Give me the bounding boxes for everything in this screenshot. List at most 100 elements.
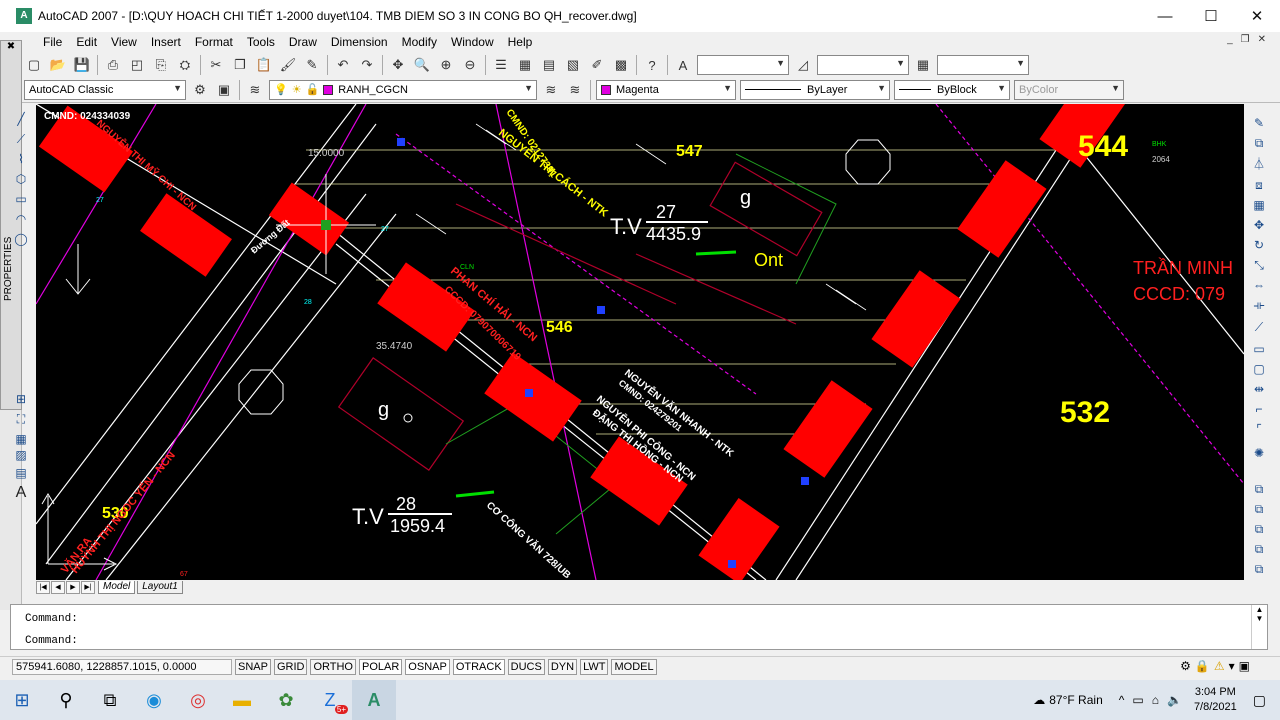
grip-point[interactable] (597, 306, 605, 314)
osnap-toggle[interactable]: OSNAP (405, 658, 450, 675)
table-style-icon[interactable]: ▦ (912, 54, 934, 76)
file-explorer-icon[interactable]: ▬ (220, 680, 264, 720)
search-icon[interactable]: ⚲ (44, 680, 88, 720)
battery-icon[interactable]: ▭ (1132, 693, 1143, 707)
menu-window[interactable]: Window (444, 35, 501, 49)
trim-icon[interactable]: ⟛ (1250, 296, 1268, 314)
extend-icon[interactable]: ⟋ (1250, 318, 1268, 336)
array-icon[interactable]: ▦ (1250, 196, 1268, 214)
autocad-app-icon[interactable]: A (16, 8, 32, 24)
menu-tools[interactable]: Tools (240, 35, 282, 49)
chrome-icon[interactable]: ◎ (176, 680, 220, 720)
first-tab-icon[interactable]: |◀ (36, 580, 50, 594)
lwt-toggle[interactable]: LWT (580, 658, 609, 675)
join-icon[interactable]: ▢ (1250, 360, 1268, 378)
prev-tab-icon[interactable]: ◀ (51, 580, 65, 594)
model-toggle[interactable]: MODEL (611, 658, 657, 675)
properties-icon[interactable]: ☰ (490, 54, 512, 76)
menu-modify[interactable]: Modify (395, 35, 444, 49)
minimize-button[interactable]: — (1142, 0, 1188, 32)
fillet-icon[interactable]: ⌐ (1250, 400, 1268, 418)
bring-above-icon[interactable]: ⧉ (1250, 540, 1268, 558)
layer-manager-icon[interactable]: ≋ (244, 79, 266, 101)
sheetset-icon[interactable]: ▧ (562, 54, 584, 76)
grip-point[interactable] (397, 138, 405, 146)
grid-toggle[interactable]: GRID (273, 658, 308, 675)
move-icon[interactable]: ✥ (1250, 216, 1268, 234)
cut-icon[interactable]: ✂ (205, 54, 227, 76)
next-tab-icon[interactable]: ▶ (66, 580, 80, 594)
ortho-toggle[interactable]: ORTHO (310, 658, 356, 675)
help-icon[interactable]: ? (641, 54, 663, 76)
make-current-icon[interactable]: ≋ (540, 79, 562, 101)
send-under-icon[interactable]: ⧉ (1250, 560, 1268, 578)
clean-screen-icon[interactable]: ▣ (1239, 659, 1250, 673)
erase-icon[interactable]: ✎ (1250, 114, 1268, 132)
block-icon[interactable]: ✎ (301, 54, 323, 76)
break-icon[interactable]: ▭ (1250, 340, 1268, 358)
dim-style-dropdown[interactable]: ▼ (817, 55, 909, 75)
ducs-toggle[interactable]: DUCS (507, 658, 545, 675)
circle-icon[interactable]: ◯ (12, 230, 30, 248)
polyline-icon[interactable]: ⌇ (12, 150, 30, 168)
edge-icon[interactable]: ◉ (132, 680, 176, 720)
menu-dimension[interactable]: Dimension (324, 35, 395, 49)
workspace-save-icon[interactable]: ▣ (213, 79, 235, 101)
make-block-icon[interactable]: ⛶ (12, 410, 30, 428)
copy-object-icon[interactable]: ⧉ (1250, 134, 1268, 152)
zoom-rt-icon[interactable]: 🔍 (411, 54, 433, 76)
insert-block-icon[interactable]: ⊞ (12, 390, 30, 408)
stretch-icon[interactable]: ⇔ (1250, 276, 1268, 294)
network-icon[interactable]: ⌂ (1152, 693, 1159, 707)
workspace-settings-icon[interactable]: ⚙ (189, 79, 211, 101)
close-button[interactable]: ✕ (1234, 0, 1280, 32)
menu-insert[interactable]: Insert (144, 35, 188, 49)
hatch-icon[interactable]: ▨ (12, 446, 30, 464)
tab-layout1[interactable]: Layout1 (137, 580, 183, 594)
pan-icon[interactable]: ✥ (387, 54, 409, 76)
volume-icon[interactable]: 🔈 (1167, 693, 1182, 707)
doc-close-button[interactable]: ✕ (1258, 34, 1266, 45)
text-style-icon[interactable]: A (672, 54, 694, 76)
linetype-dropdown[interactable]: ByLayer ▼ (740, 79, 890, 100)
coordinate-readout[interactable]: 575941.6080, 1228857.1015, 0.0000 (12, 658, 232, 675)
windows-start-icon[interactable]: ⊞ (0, 680, 44, 720)
command-prompt[interactable]: Command: (25, 635, 78, 647)
dyn-toggle[interactable]: DYN (547, 658, 578, 675)
bring-front-icon[interactable]: ⧉ (1250, 500, 1268, 518)
draworder-icon[interactable]: ⧉ (1250, 480, 1268, 498)
mtext-icon[interactable]: A (12, 484, 30, 502)
table-style-dropdown[interactable]: ▼ (937, 55, 1029, 75)
zoom-window-icon[interactable]: ⊕ (435, 54, 457, 76)
layer-dropdown[interactable]: 💡 ☀ 🔓 RANH_CGCN ▼ (269, 79, 537, 100)
task-view-icon[interactable]: ⧉ (88, 680, 132, 720)
close-icon[interactable]: ✖ (1, 41, 21, 52)
calc-icon[interactable]: ▩ (610, 54, 632, 76)
menu-file[interactable]: File (36, 35, 69, 49)
grip-point[interactable] (728, 560, 736, 568)
offset-icon[interactable]: ⧈ (1250, 176, 1268, 194)
snap-toggle[interactable]: SNAP (235, 658, 271, 675)
undo-icon[interactable]: ↶ (332, 54, 354, 76)
plot-icon[interactable]: ⛭ (174, 54, 196, 76)
comm-center-icon[interactable]: ⚙ (1180, 659, 1191, 673)
new-icon[interactable]: ▢ (23, 54, 45, 76)
weather-icon[interactable]: ☁ (1033, 693, 1045, 707)
command-window[interactable]: Command: Command: ▲ ▼ (10, 604, 1268, 650)
menu-help[interactable]: Help (501, 35, 540, 49)
menu-format[interactable]: Format (188, 35, 240, 49)
send-back-icon[interactable]: ⧉ (1250, 520, 1268, 538)
mirror-icon[interactable]: ⏃ (1250, 154, 1268, 172)
doc-minimize-button[interactable]: _ (1227, 34, 1233, 45)
copy-icon[interactable]: ❐ (229, 54, 251, 76)
last-tab-icon[interactable]: ▶| (81, 580, 95, 594)
app-icon[interactable]: ✿ (264, 680, 308, 720)
chamfer-icon[interactable]: ⇹ (1250, 380, 1268, 398)
autocad-taskbar-icon[interactable]: A (352, 680, 396, 720)
notifications-icon[interactable]: ▢ (1253, 692, 1266, 709)
lock-icon[interactable]: 🔒 (1195, 659, 1210, 673)
menu-edit[interactable]: Edit (69, 35, 104, 49)
workspace-dropdown[interactable]: AutoCAD Classic ▼ (24, 79, 186, 100)
scale-icon[interactable]: ⤡ (1250, 256, 1268, 274)
redo-icon[interactable]: ↷ (356, 54, 378, 76)
